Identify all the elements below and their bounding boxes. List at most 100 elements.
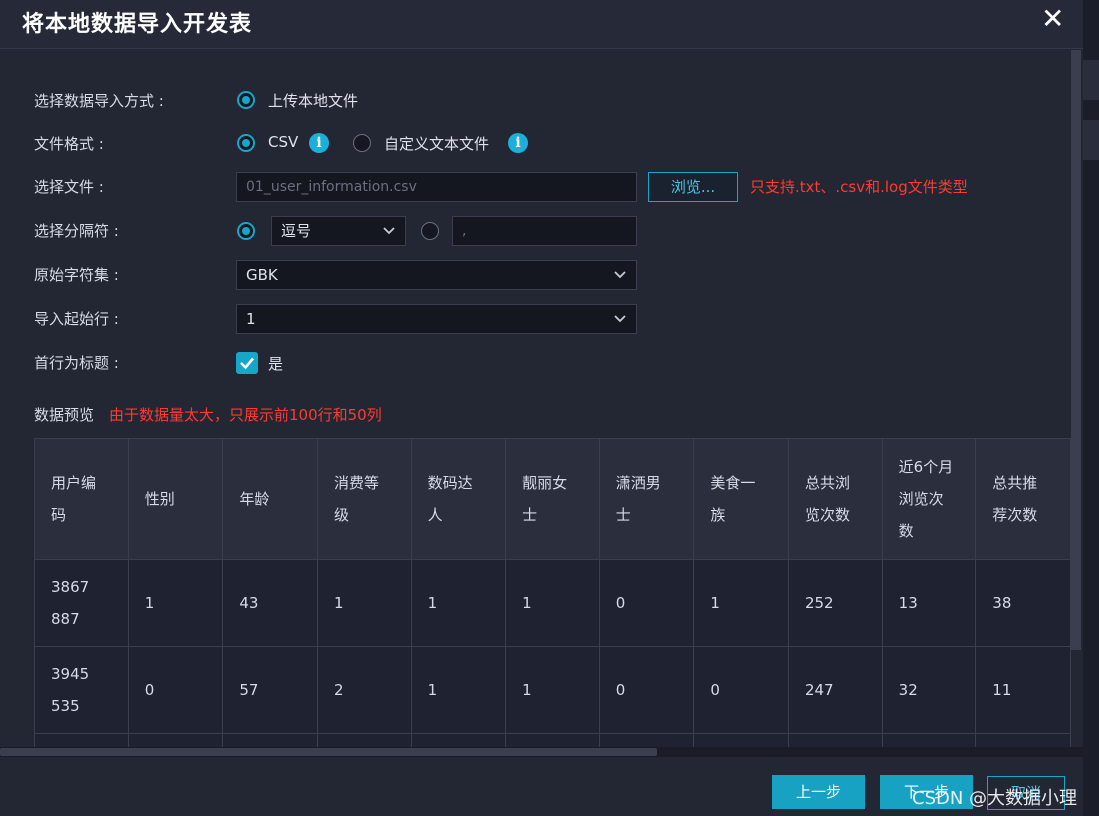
table-cell — [881, 733, 977, 748]
column-header: 潇洒男士 — [598, 438, 695, 560]
charset-select[interactable]: GBK — [236, 260, 637, 290]
start-row-select-value: 1 — [246, 310, 256, 328]
table-cell: 1 — [410, 646, 507, 734]
select-file-label: 选择文件 : — [34, 178, 104, 196]
dialog-titlebar: 将本地数据导入开发表 ✕ — [0, 0, 1083, 49]
column-header-line: 浏览次 — [898, 490, 944, 508]
column-header: 年龄 — [222, 438, 318, 560]
table-cell: 3867 887 — [34, 559, 129, 647]
column-header: 总共浏 览次数 — [787, 438, 883, 560]
table-cell — [127, 733, 224, 748]
table-cell — [316, 733, 412, 748]
custom-delimiter-radio[interactable] — [421, 222, 439, 240]
column-header-line: 士 — [522, 506, 538, 524]
custom-text-option-label: 自定义文本文件 — [384, 135, 490, 153]
column-header-line: 总共推 — [992, 474, 1038, 492]
charset-label: 原始字符集 : — [34, 266, 119, 284]
table-cell: 0 — [598, 646, 695, 734]
table-cell — [34, 733, 129, 748]
table-cell — [787, 733, 883, 748]
chevron-down-icon — [614, 271, 626, 279]
csv-radio[interactable] — [237, 134, 255, 152]
column-header: 美食一族 — [693, 438, 789, 560]
header-row-checkbox[interactable] — [236, 352, 258, 374]
table-cell — [598, 733, 695, 748]
right-edge-panel — [1083, 0, 1099, 816]
column-header-line: 览次数 — [804, 506, 850, 524]
column-header-line: 码 — [51, 506, 67, 524]
delimiter-label: 选择分隔符 : — [34, 222, 119, 240]
horizontal-scrollbar-thumb[interactable] — [0, 748, 657, 756]
table-cell: 0 — [598, 559, 695, 647]
table-cell: 11 — [975, 646, 1071, 734]
table-cell — [505, 733, 600, 748]
table-body: 3867 887 1 43 1 1 1 0 1 252 13 38 3945 535 0 57 2 1 1 0 0 247… — [34, 559, 1071, 748]
column-header: 用户编码 — [34, 438, 129, 560]
table-cell: 1 — [316, 559, 412, 647]
charset-select-value: GBK — [246, 266, 278, 284]
table-row — [34, 733, 1071, 748]
custom-delimiter-input[interactable]: , — [452, 216, 637, 246]
column-header: 消费等级 — [316, 438, 412, 560]
start-row-select[interactable]: 1 — [236, 304, 637, 334]
column-header-line: 性别 — [144, 490, 175, 508]
table-cell: 13 — [881, 559, 977, 647]
data-preview-table-container[interactable]: 用户编码性别 年龄 消费等级数码达人靓丽女士潇洒男士美食一族总共浏 览次数 近6个月 浏览… — [34, 438, 1071, 748]
table-cell: 57 — [222, 646, 318, 734]
vertical-scrollbar[interactable] — [1071, 50, 1081, 650]
table-cell: 32 — [881, 646, 977, 734]
csdn-watermark: CSDN @大数据小理 — [912, 788, 1078, 809]
table-cell: 247 — [787, 646, 883, 734]
table-cell — [410, 733, 507, 748]
table-cell — [975, 733, 1071, 748]
table-cell: 1 — [693, 559, 789, 647]
close-icon[interactable]: ✕ — [1041, 2, 1064, 35]
table-cell: 1 — [127, 559, 224, 647]
column-header-line: 潇洒男 — [615, 474, 661, 492]
column-header-line: 士 — [615, 506, 631, 524]
import-dialog: 将本地数据导入开发表 ✕ 选择数据导入方式 : 上传本地文件 文件格式 : CS… — [0, 0, 1099, 816]
column-header-line: 消费等 — [333, 474, 379, 492]
chevron-down-icon — [614, 315, 626, 323]
column-header-line: 人 — [427, 506, 443, 524]
csv-info-icon[interactable]: i — [309, 133, 329, 153]
data-preview-table: 用户编码性别 年龄 消费等级数码达人靓丽女士潇洒男士美食一族总共浏 览次数 近6个月 浏览… — [34, 438, 1071, 748]
column-header: 靓丽女士 — [505, 438, 600, 560]
table-cell-line: 3945 — [51, 665, 90, 683]
custom-text-radio[interactable] — [353, 134, 371, 152]
column-header: 性别 — [127, 438, 224, 560]
table-header-row: 用户编码性别 年龄 消费等级数码达人靓丽女士潇洒男士美食一族总共浏 览次数 近6个月 浏览… — [34, 438, 1071, 560]
table-cell: 0 — [693, 646, 789, 734]
prev-step-button[interactable]: 上一步 — [772, 775, 865, 809]
table-cell: 1 — [505, 559, 600, 647]
column-header-line: 靓丽女 — [522, 474, 568, 492]
table-cell: 1 — [410, 559, 507, 647]
column-header-line: 美食一 — [710, 474, 756, 492]
column-header-line: 数 — [898, 522, 914, 540]
table-cell — [693, 733, 789, 748]
upload-local-radio[interactable] — [237, 91, 255, 109]
table-cell: 252 — [787, 559, 883, 647]
table-cell — [222, 733, 318, 748]
checkmark-icon — [240, 357, 254, 370]
table-row: 3867 887 1 43 1 1 1 0 1 252 13 38 — [34, 559, 1071, 647]
file-path-input[interactable]: 01_user_information.csv — [236, 172, 637, 202]
table-cell: 1 — [505, 646, 600, 734]
preset-delimiter-radio[interactable] — [237, 222, 255, 240]
delimiter-select[interactable]: 逗号 — [271, 216, 406, 246]
table-cell: 2 — [316, 646, 412, 734]
custom-info-icon[interactable]: i — [508, 133, 528, 153]
table-cell: 0 — [127, 646, 224, 734]
column-header: 近6个月浏览次数 — [881, 438, 977, 560]
browse-button[interactable]: 浏览... — [648, 172, 738, 202]
dialog-title: 将本地数据导入开发表 — [22, 12, 253, 37]
horizontal-scrollbar[interactable] — [0, 747, 1083, 757]
column-header-line: 近6个月 — [898, 458, 954, 476]
header-row-checked-label: 是 — [268, 355, 284, 373]
column-header-line: 数码达 — [427, 474, 473, 492]
table-cell: 3945 535 — [34, 646, 129, 734]
column-header-line: 年龄 — [239, 490, 270, 508]
table-cell: 43 — [222, 559, 318, 647]
table-cell-line: 887 — [51, 610, 80, 628]
delimiter-select-value: 逗号 — [281, 222, 312, 240]
